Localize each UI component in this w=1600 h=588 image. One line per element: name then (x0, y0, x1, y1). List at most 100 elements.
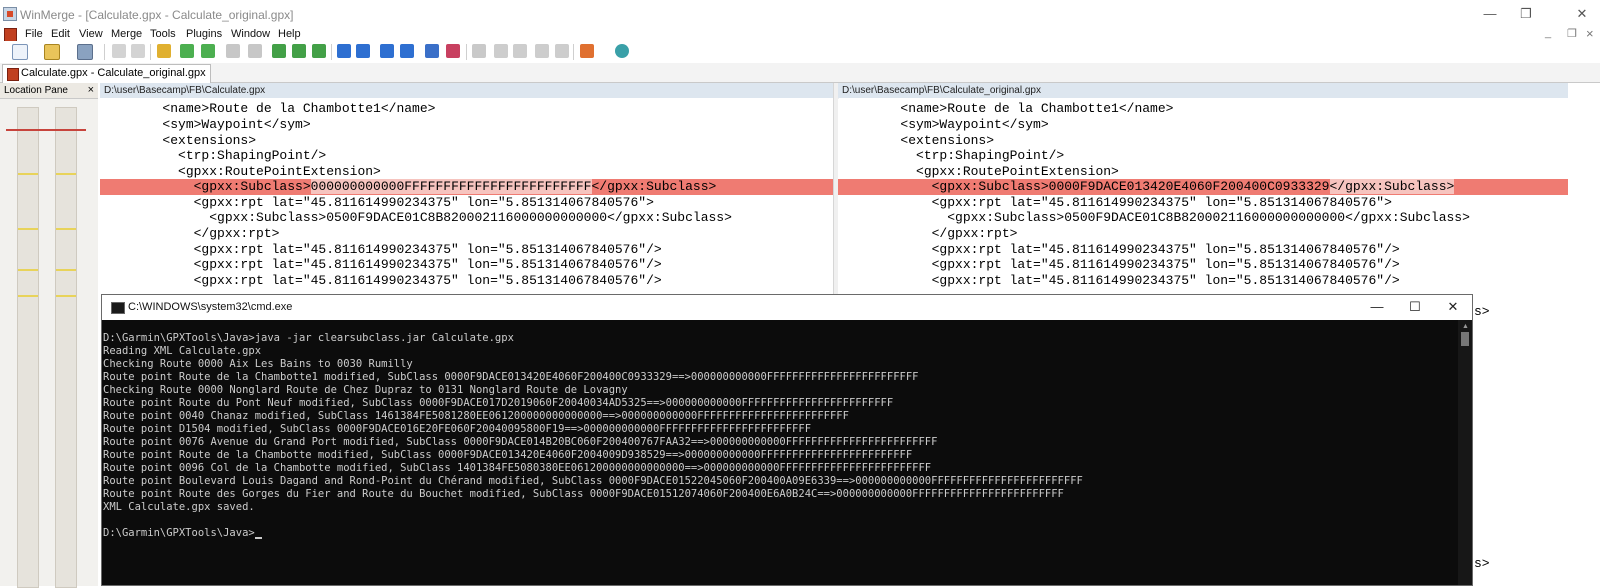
console-title-bar[interactable]: C:\WINDOWS\system32\cmd.exe — ☐ ✕ (102, 295, 1472, 320)
console-title: C:\WINDOWS\system32\cmd.exe (128, 301, 293, 313)
copy-left-advance-icon[interactable] (400, 44, 414, 58)
code-line: <gpxx:rpt lat="45.811614990234375" lon="… (838, 195, 1392, 210)
compare-document-icon (7, 68, 19, 81)
first-diff-icon[interactable] (226, 44, 240, 58)
redo-icon[interactable] (131, 44, 145, 58)
restore-button[interactable]: ❐ (1512, 3, 1540, 25)
refresh-icon[interactable] (615, 44, 629, 58)
all-right-icon[interactable] (425, 44, 439, 58)
location-diff-marker (18, 269, 38, 271)
prev-conflict-icon[interactable] (312, 44, 326, 58)
location-pane-title: Location Pane (4, 85, 68, 96)
location-bar-left[interactable] (17, 107, 39, 588)
options-icon[interactable] (157, 44, 171, 58)
console-prompt-line[interactable]: D:\Garmin\GPXTools\Java> (103, 527, 262, 540)
console-output[interactable]: D:\Garmin\GPXTools\Java>java -jar clears… (102, 320, 1458, 585)
copy-right-icon[interactable] (337, 44, 351, 58)
copy-fourth-icon[interactable] (555, 44, 569, 58)
code-line: <gpxx:rpt lat="45.811614990234375" lon="… (838, 242, 1400, 257)
tab-label: Calculate.gpx - Calculate_original.gpx (21, 67, 206, 79)
menu-file[interactable]: File (25, 28, 43, 40)
window-title: WinMerge - [Calculate.gpx - Calculate_or… (20, 8, 294, 22)
current-diff-icon[interactable] (272, 44, 286, 58)
winmerge-app-icon[interactable] (3, 7, 17, 21)
menu-view[interactable]: View (79, 28, 103, 40)
location-diff-marker (18, 228, 38, 230)
console-line: D:\Garmin\GPXTools\Java>java -jar clears… (103, 332, 514, 344)
console-line: Reading XML Calculate.gpx (103, 345, 262, 357)
menu-help[interactable]: Help (278, 28, 301, 40)
code-line: <sym>Waypoint</sym> (100, 117, 311, 132)
console-line: Route point 0040 Chanaz modified, SubCla… (103, 410, 849, 422)
code-line: <gpxx:rpt lat="45.811614990234375" lon="… (838, 273, 1400, 288)
right-file-path: D:\user\Basecamp\FB\Calculate_original.g… (838, 83, 1568, 98)
copy-left-icon[interactable] (356, 44, 370, 58)
code-line-fragment: s> (1474, 304, 1490, 319)
copy-first-icon[interactable] (494, 44, 508, 58)
scroll-thumb[interactable] (1461, 332, 1469, 346)
console-line: XML Calculate.gpx saved. (103, 501, 255, 513)
code-line: <trp:ShapingPoint/> (838, 148, 1065, 163)
console-icon (111, 302, 125, 314)
location-pane[interactable] (0, 99, 98, 588)
copy-third-icon[interactable] (535, 44, 549, 58)
title-bar: WinMerge - [Calculate.gpx - Calculate_or… (0, 0, 1600, 28)
edit-icon[interactable] (580, 44, 594, 58)
location-pane-header: Location Pane × (0, 83, 98, 99)
console-cursor (254, 537, 262, 539)
code-line: </gpxx:rpt> (838, 226, 1018, 241)
location-diff-marker (56, 269, 76, 271)
mdi-restore-button[interactable]: ❐ (1567, 27, 1577, 40)
code-line: <gpxx:rpt lat="45.811614990234375" lon="… (100, 257, 662, 272)
copy-right-advance-icon[interactable] (380, 44, 394, 58)
console-scrollbar[interactable]: ▲ (1458, 320, 1472, 585)
console-line: Route point Route du Pont Neuf modified,… (103, 397, 894, 409)
diff-line: <gpxx:Subclass>000000000000FFFFFFFFFFFFF… (100, 179, 833, 195)
location-diff-marker (56, 295, 76, 297)
console-line: Route point Boulevard Louis Dagand and R… (103, 475, 1083, 487)
console-line: Route point Route des Gorges du Fier and… (103, 488, 1064, 500)
console-window[interactable]: C:\WINDOWS\system32\cmd.exe — ☐ ✕ D:\Gar… (101, 294, 1473, 586)
menu-merge[interactable]: Merge (111, 28, 142, 40)
minimize-button[interactable]: — (1476, 3, 1504, 25)
code-line: <name>Route de la Chambotte1</name> (100, 101, 436, 116)
console-maximize-button[interactable]: ☐ (1396, 295, 1434, 320)
diff-changed-value: 0000F9DACE013420E4060F200400C0933329 (1048, 179, 1330, 194)
menu-tools[interactable]: Tools (150, 28, 176, 40)
save-icon[interactable] (77, 44, 93, 60)
menu-window[interactable]: Window (231, 28, 270, 40)
next-conflict-icon[interactable] (292, 44, 306, 58)
undo-icon[interactable] (112, 44, 126, 58)
code-line: <gpxx:rpt lat="45.811614990234375" lon="… (838, 257, 1400, 272)
console-close-button[interactable]: ✕ (1434, 295, 1472, 320)
console-line: Checking Route 0000 Aix Les Bains to 003… (103, 358, 413, 370)
location-bar-right[interactable] (55, 107, 77, 588)
diff-prefix: <gpxx:Subclass> (838, 179, 1049, 194)
scroll-up-icon[interactable]: ▲ (1462, 323, 1469, 330)
code-line: <gpxx:Subclass>0500F9DACE01C8B8200021160… (838, 210, 1470, 225)
next-diff-icon[interactable] (180, 44, 194, 58)
location-diff-marker (56, 228, 76, 230)
console-line: Route point 0096 Col de la Chambotte mod… (103, 462, 932, 474)
document-icon[interactable] (4, 28, 17, 42)
new-icon[interactable] (12, 44, 28, 60)
tab-calculate-compare[interactable]: Calculate.gpx - Calculate_original.gpx (2, 64, 211, 83)
console-minimize-button[interactable]: — (1358, 295, 1396, 320)
location-diff-marker (56, 173, 76, 175)
menu-plugins[interactable]: Plugins (186, 28, 222, 40)
mdi-close-button[interactable]: × (1586, 26, 1594, 41)
menu-edit[interactable]: Edit (51, 28, 70, 40)
all-left-icon[interactable] (446, 44, 460, 58)
mdi-minimize-button[interactable]: _ (1545, 27, 1551, 39)
code-line: <extensions> (838, 133, 995, 148)
prev-diff-icon[interactable] (201, 44, 215, 58)
close-button[interactable]: ✕ (1568, 3, 1596, 25)
open-icon[interactable] (44, 44, 60, 60)
copy-second-icon[interactable] (513, 44, 527, 58)
location-pane-close-button[interactable]: × (88, 83, 94, 98)
merge-3way-icon[interactable] (472, 44, 486, 58)
code-line: </gpxx:rpt> (100, 226, 280, 241)
code-line: <name>Route de la Chambotte1</name> (838, 101, 1174, 116)
last-diff-icon[interactable] (248, 44, 262, 58)
code-line: <sym>Waypoint</sym> (838, 117, 1049, 132)
